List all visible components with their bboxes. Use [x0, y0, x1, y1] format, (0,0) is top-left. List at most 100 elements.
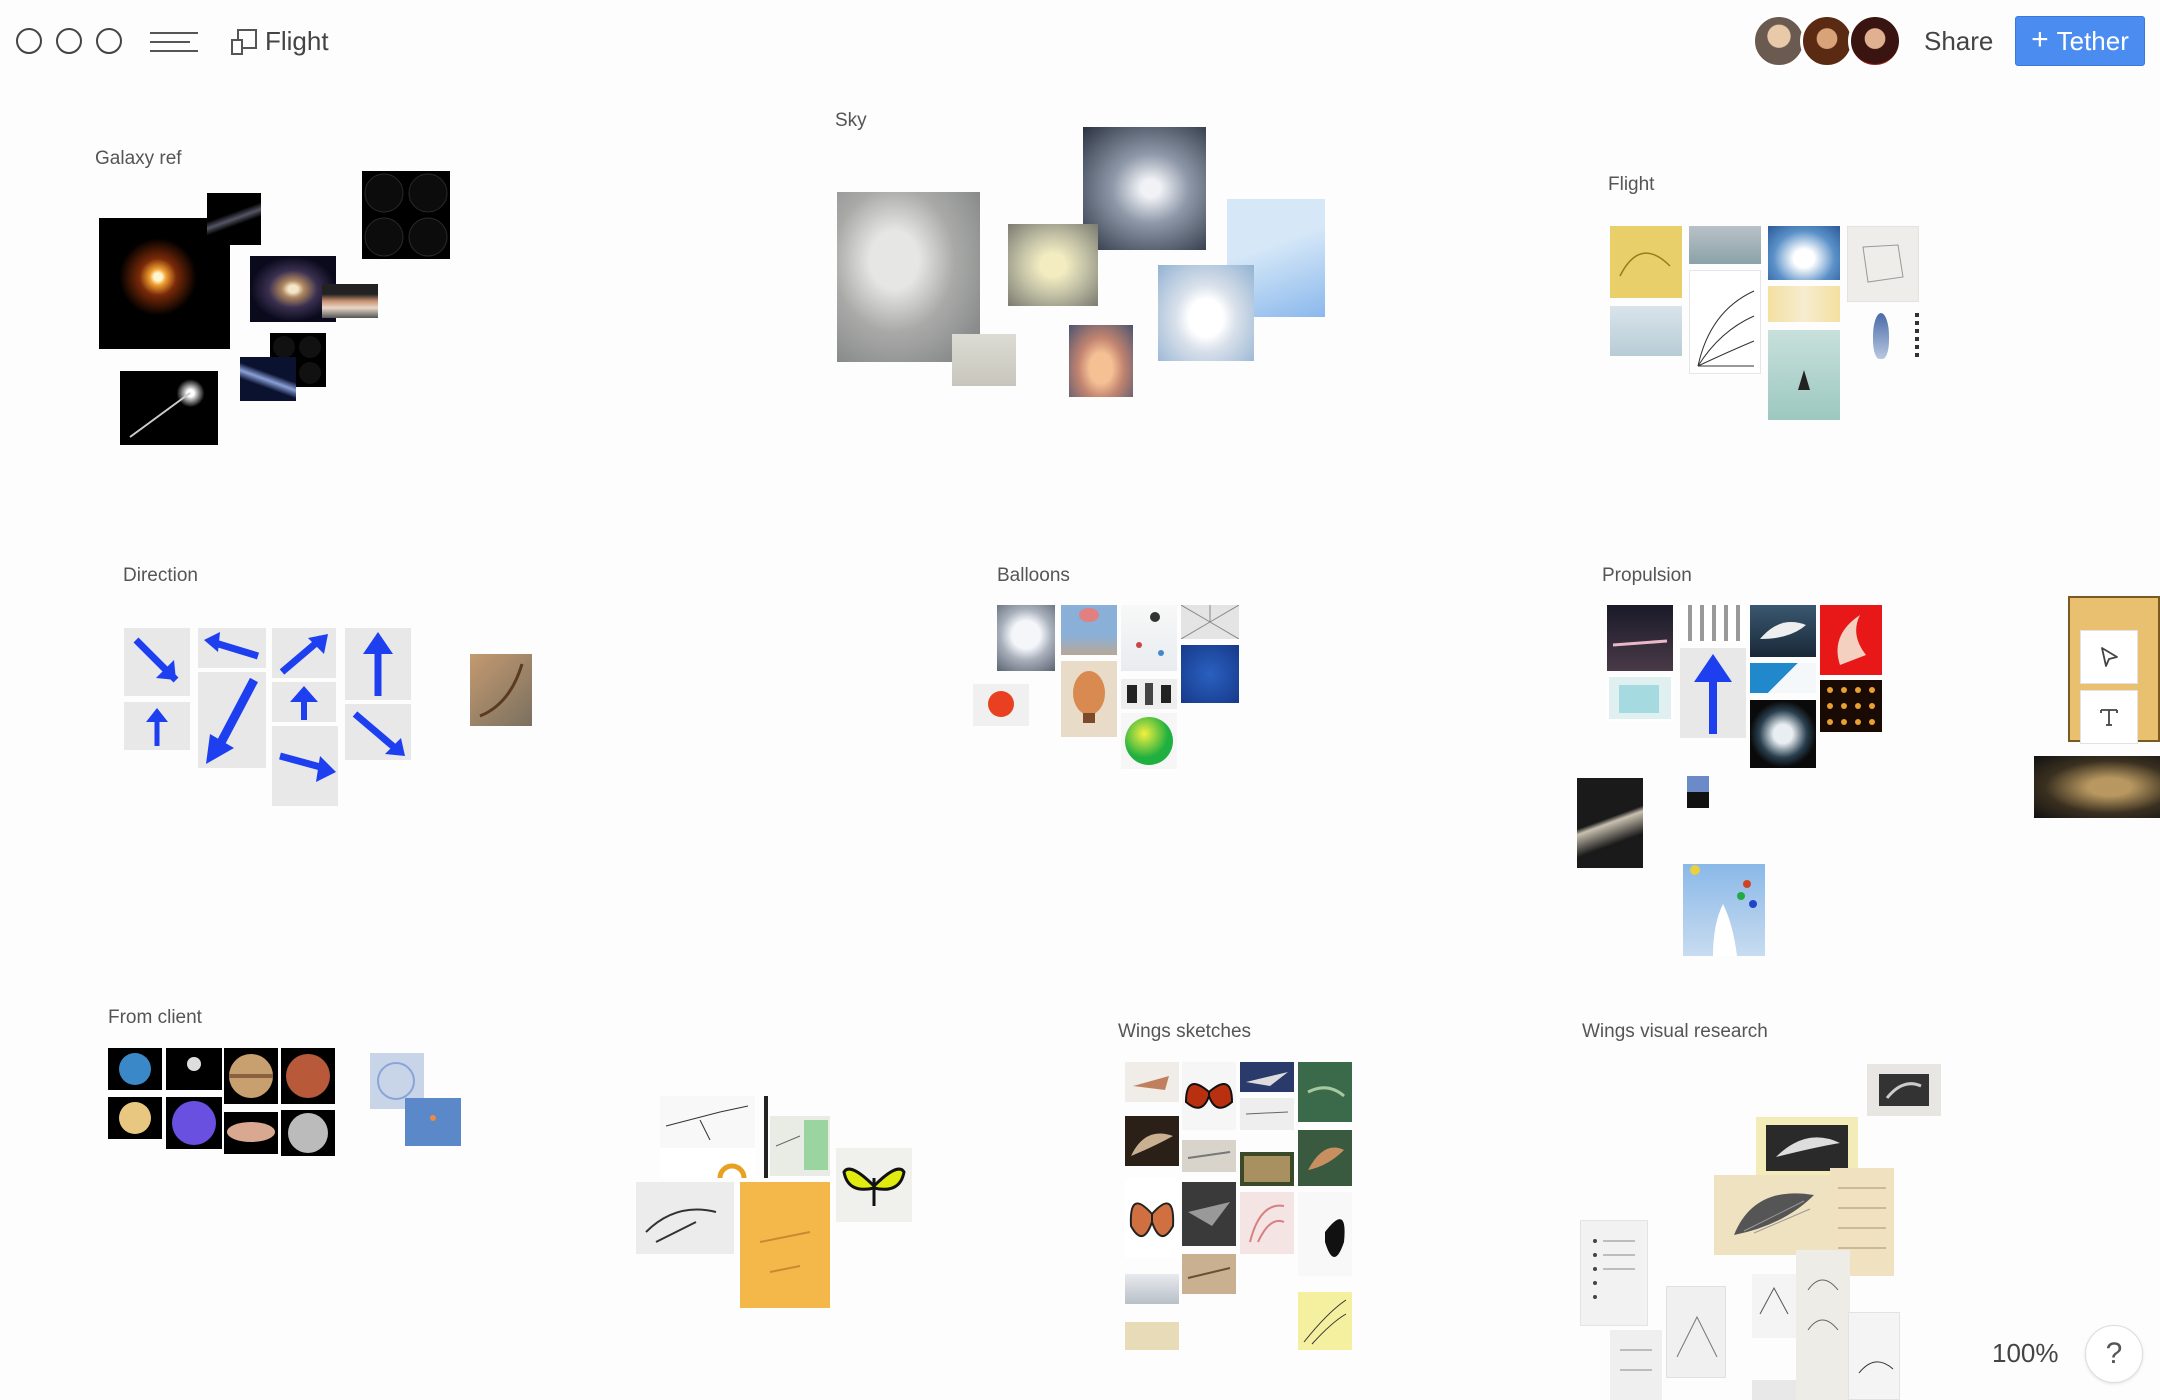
image-tile[interactable]	[1848, 1312, 1900, 1400]
image-tile[interactable]	[198, 672, 266, 768]
image-tile[interactable]	[1061, 661, 1117, 737]
image-tile[interactable]	[1689, 270, 1761, 374]
text-tool-icon[interactable]	[2080, 690, 2138, 744]
image-tile[interactable]	[108, 1097, 162, 1139]
zoom-level[interactable]: 100%	[1992, 1338, 2059, 1369]
image-tile[interactable]	[272, 628, 336, 678]
image-tile[interactable]	[224, 1112, 278, 1154]
image-tile[interactable]	[1610, 226, 1682, 298]
image-tile[interactable]	[1298, 1130, 1352, 1186]
image-tile[interactable]	[405, 1098, 461, 1146]
image-tile[interactable]	[1125, 1274, 1179, 1304]
image-tile[interactable]	[1915, 313, 1919, 359]
image-tile[interactable]	[660, 1096, 755, 1148]
image-tile[interactable]	[1240, 1098, 1294, 1130]
image-tile[interactable]	[1008, 224, 1098, 306]
image-tile[interactable]	[740, 1182, 830, 1308]
image-tile[interactable]	[1768, 226, 1840, 280]
image-tile[interactable]	[1820, 605, 1882, 675]
image-tile[interactable]	[362, 171, 450, 259]
image-tile[interactable]	[1666, 1286, 1726, 1378]
share-button[interactable]: Share	[1924, 26, 1993, 57]
image-tile[interactable]	[1796, 1250, 1850, 1400]
image-tile[interactable]	[1680, 605, 1746, 641]
image-tile[interactable]	[660, 1148, 755, 1178]
image-tile[interactable]	[1182, 1182, 1236, 1246]
image-tile[interactable]	[952, 334, 1016, 386]
image-tile[interactable]	[1750, 663, 1816, 693]
image-tile[interactable]	[1607, 605, 1673, 671]
image-tile[interactable]	[108, 1048, 162, 1090]
window-circle-icon[interactable]	[16, 28, 42, 54]
image-tile[interactable]	[1181, 605, 1239, 639]
image-tile[interactable]	[1182, 1062, 1236, 1130]
image-tile[interactable]	[1714, 1175, 1830, 1255]
image-tile[interactable]	[973, 684, 1029, 726]
image-tile[interactable]	[281, 1110, 335, 1156]
cluster-label-sky[interactable]: Sky	[835, 110, 867, 132]
image-tile[interactable]	[124, 702, 190, 750]
image-tile[interactable]	[1298, 1292, 1352, 1350]
image-tile[interactable]	[1752, 1274, 1796, 1338]
image-tile[interactable]	[1182, 1140, 1236, 1172]
avatar[interactable]	[1848, 14, 1902, 68]
cluster-label-client[interactable]: From client	[108, 1007, 202, 1029]
cluster-label-wings-visual[interactable]: Wings visual research	[1582, 1021, 1768, 1043]
image-tile[interactable]	[240, 357, 296, 401]
image-tile[interactable]	[1182, 1254, 1236, 1294]
image-tile[interactable]	[166, 1048, 222, 1090]
cluster-label-galaxy[interactable]: Galaxy ref	[95, 148, 182, 170]
image-tile[interactable]	[207, 193, 261, 245]
image-tile[interactable]	[1061, 605, 1117, 655]
image-tile[interactable]	[120, 371, 218, 445]
window-circle-icon[interactable]	[96, 28, 122, 54]
image-tile[interactable]	[1768, 286, 1840, 322]
avatar[interactable]	[1752, 14, 1806, 68]
help-icon[interactable]: ?	[2085, 1325, 2143, 1383]
image-tile[interactable]	[1768, 330, 1840, 420]
image-tile[interactable]	[636, 1182, 734, 1254]
image-tile[interactable]	[1873, 313, 1889, 359]
image-tile[interactable]	[1240, 1192, 1294, 1254]
image-tile[interactable]	[224, 1048, 278, 1104]
image-tile[interactable]	[1121, 713, 1177, 769]
image-tile[interactable]	[345, 628, 411, 700]
image-tile[interactable]	[764, 1096, 768, 1178]
image-tile[interactable]	[1125, 1178, 1179, 1258]
image-tile[interactable]	[1752, 1380, 1796, 1400]
image-tile[interactable]	[1610, 1330, 1662, 1400]
cluster-label-propulsion[interactable]: Propulsion	[1602, 565, 1692, 587]
image-tile[interactable]	[166, 1097, 222, 1149]
image-tile[interactable]	[1867, 1064, 1941, 1116]
image-tile[interactable]	[1298, 1062, 1352, 1122]
image-tile[interactable]	[2034, 756, 2160, 818]
image-tile[interactable]	[836, 1148, 912, 1222]
image-tile[interactable]	[1847, 226, 1919, 302]
avatar[interactable]	[1800, 14, 1854, 68]
image-tile[interactable]	[770, 1116, 830, 1176]
image-tile[interactable]	[272, 726, 338, 806]
image-tile[interactable]	[1689, 226, 1761, 264]
image-tile[interactable]	[1240, 1152, 1294, 1186]
image-tile[interactable]	[1750, 700, 1816, 768]
image-tile[interactable]	[1750, 605, 1816, 657]
image-tile[interactable]	[1121, 679, 1177, 709]
image-tile[interactable]	[1683, 864, 1765, 956]
image-tile[interactable]	[470, 654, 532, 726]
cluster-label-wings-sketches[interactable]: Wings sketches	[1118, 1021, 1251, 1043]
image-tile[interactable]	[1083, 127, 1206, 250]
image-tile[interactable]	[1121, 605, 1177, 671]
image-tile[interactable]	[1069, 325, 1133, 397]
image-tile[interactable]	[345, 704, 411, 760]
image-tile[interactable]	[1125, 1116, 1179, 1166]
image-tile[interactable]	[1125, 1322, 1179, 1350]
image-tile[interactable]	[1298, 1192, 1352, 1276]
image-tile[interactable]	[1687, 776, 1709, 808]
image-tile[interactable]	[124, 628, 190, 696]
image-tile[interactable]	[1181, 645, 1239, 703]
cluster-label-direction[interactable]: Direction	[123, 565, 198, 587]
image-tile[interactable]	[322, 284, 378, 318]
image-tile[interactable]	[1240, 1062, 1294, 1092]
image-tile[interactable]	[1580, 1220, 1648, 1326]
image-tile[interactable]	[1610, 306, 1682, 356]
